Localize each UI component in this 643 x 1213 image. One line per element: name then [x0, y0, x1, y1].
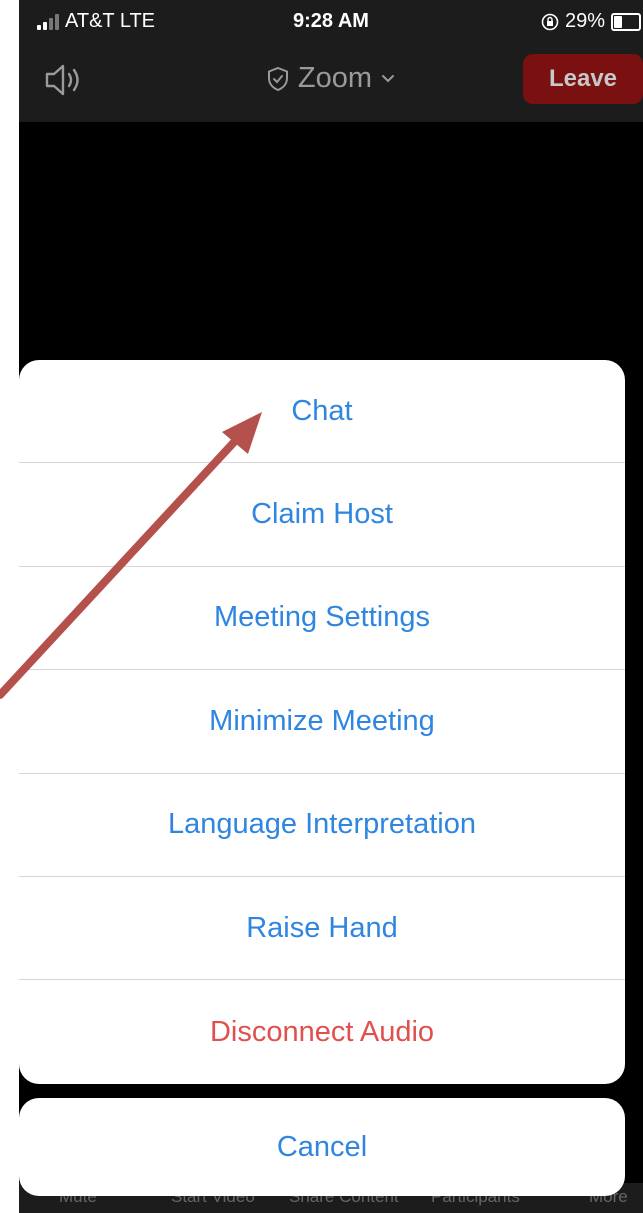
minimize-meeting-option[interactable]: Minimize Meeting [19, 670, 625, 774]
battery-percent: 29% [564, 10, 605, 32]
shield-check-icon [267, 66, 288, 91]
cancel-button[interactable]: Cancel [19, 1098, 625, 1196]
status-bar: AT&T LTE 9:28 AM 29% [19, 0, 643, 44]
top-bar: AT&T LTE 9:28 AM 29% Zoom Leave [19, 0, 643, 122]
battery-icon [611, 12, 641, 31]
disconnect-audio-option[interactable]: Disconnect Audio [19, 980, 625, 1083]
meeting-title: Zoom [297, 62, 373, 94]
meeting-settings-option[interactable]: Meeting Settings [19, 567, 625, 671]
chevron-down-icon [382, 74, 395, 82]
leave-button[interactable]: Leave [523, 54, 643, 104]
chat-option[interactable]: Chat [19, 360, 625, 464]
meeting-header: Zoom Leave [19, 52, 643, 108]
language-interpretation-option[interactable]: Language Interpretation [19, 774, 625, 877]
orientation-lock-icon [541, 13, 559, 30]
raise-hand-option[interactable]: Raise Hand [19, 877, 625, 981]
claim-host-option[interactable]: Claim Host [19, 463, 625, 567]
action-sheet: Chat Claim Host Meeting Settings Minimiz… [19, 360, 625, 1084]
battery-status: 29% [541, 10, 641, 33]
